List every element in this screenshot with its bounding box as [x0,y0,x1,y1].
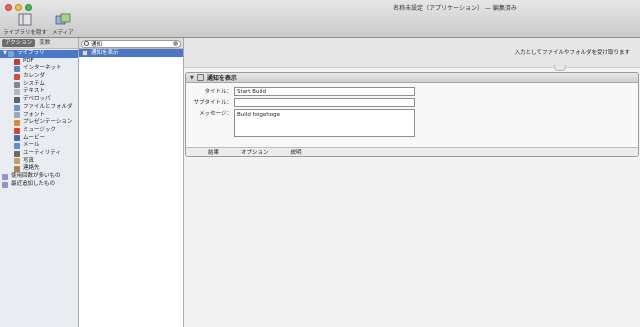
library-toggle-icon [18,13,32,26]
library-item-label: カレンダ [23,73,46,80]
text-icon [14,89,20,96]
action-icon [82,50,88,56]
library-item-label: ミュージック [23,126,56,133]
clear-search-icon[interactable] [173,41,178,46]
library-item-label: プレゼンテーション [23,119,73,126]
library-item-label: 使用回数が多いもの [11,173,61,179]
search-field[interactable]: 通知 [81,39,181,48]
library-item-label: ライブラリ [17,50,45,56]
library-item-label: 最近追加したもの [11,180,56,187]
library-item[interactable]: インターネット [0,65,78,73]
results-tab[interactable]: 結果 [208,148,219,156]
presentation-icon [14,120,20,127]
library-tabs: アクション 変数 [0,38,78,49]
action-card-show-notification[interactable]: ▼ 通知を表示 タイトル： Start Build サブタイトル： メッセージ：… [185,72,639,157]
subtitle-label: サブタイトル： [193,100,232,106]
media-icon [55,13,71,25]
subtitle-field[interactable] [234,98,415,107]
hide-library-label: ライブラリを隠す [3,30,48,36]
library-item-label: ユーティリティ [23,149,61,156]
library-panel: アクション 変数 ▼ ライブラリ PDF インターネット カレンダ システム テキスト デベロッ… [0,38,79,327]
developer-icon [14,96,20,103]
title-field[interactable]: Start Build [234,87,415,96]
library-item[interactable]: ファイルとフォルダ [0,104,78,112]
action-card-footer: 結果 オプション 説明 [186,147,638,156]
actions-panel: 通知 通知を表示 [79,38,184,327]
library-item[interactable]: ▼ ライブラリ [0,50,78,58]
title-bar: 名称未設定（アプリケーション） — 編集済み ライブラリを隠す メディア [0,0,640,38]
workflow-input-area: 入力としてファイルやフォルダを受け取ります [184,38,640,68]
system-icon [14,81,20,88]
most-used-icon [2,173,8,180]
library-item-label: ムービー [23,134,46,141]
action-card-header[interactable]: ▼ 通知を表示 [186,73,638,83]
library-item[interactable]: ユーティリティ [0,150,78,158]
contacts-icon [14,166,20,173]
library-item-label: テキスト [23,88,45,95]
library-tab-1[interactable]: 変数 [36,39,53,47]
library-icon [8,50,14,57]
title-label: タイトル： [204,89,232,95]
connector-notch [554,65,566,71]
description-tab[interactable]: 説明 [291,148,302,156]
title-row: タイトル： Start Build [186,87,415,97]
mail-icon [14,143,20,150]
message-field[interactable]: Build hogehoge [234,109,415,137]
workflow-input-hint: 入力としてファイルやフォルダを受け取ります [514,50,630,56]
globe-icon [14,66,20,73]
library-item[interactable]: 使用回数が多いもの [0,173,78,181]
movie-icon [14,135,20,142]
folder-icon [14,104,20,111]
library-item[interactable]: メール [0,142,78,150]
media-button[interactable]: メディア [52,13,74,36]
message-label: メッセージ： [199,111,232,117]
photo-icon [14,158,20,165]
library-item-label: メール [23,142,40,149]
music-icon [14,127,20,134]
options-tab[interactable]: オプション [241,148,269,156]
recent-icon [2,181,8,188]
action-result-label: 通知を表示 [91,50,119,56]
action-result-item[interactable]: 通知を表示 [79,49,183,57]
subtitle-row: サブタイトル： [186,98,415,108]
library-item[interactable]: 最近追加したもの [0,181,78,189]
search-input[interactable]: 通知 [91,40,173,48]
search-bar: 通知 [79,38,183,49]
action-title: 通知を表示 [206,75,237,82]
library-item[interactable]: テキスト [0,88,78,96]
library-item[interactable]: ミュージック [0,127,78,135]
library-item[interactable]: カレンダ [0,73,78,81]
library-item[interactable]: デベロッパ [0,96,78,104]
workflow-area: 入力としてファイルやフォルダを受け取ります ▼ 通知を表示 タイトル： Star… [184,38,640,327]
library-item[interactable]: プレゼンテーション [0,119,78,127]
library-item[interactable]: ムービー [0,135,78,143]
pdf-icon [14,58,20,65]
media-label: メディア [52,30,74,36]
utility-icon [14,150,20,157]
library-tab-0[interactable]: アクション [2,39,36,47]
library-item-label: 連絡先 [23,165,40,172]
library-item-label: インターネット [23,65,62,72]
library-item[interactable]: 連絡先 [0,165,78,173]
action-results: 通知を表示 [79,49,183,57]
hide-library-button[interactable]: ライブラリを隠す [3,13,47,36]
font-icon [14,112,20,119]
calendar-icon [14,73,20,80]
disclosure-triangle-icon[interactable]: ▼ [190,75,194,81]
window-title: 名称未設定（アプリケーション） — 編集済み [393,5,517,12]
library-item-label: デベロッパ [23,96,51,103]
automator-window: 名称未設定（アプリケーション） — 編集済み ライブラリを隠す メディア アクシ… [0,0,640,327]
message-row: メッセージ： Build hogehoge [186,109,415,137]
library-item-label: ファイルとフォルダ [23,103,73,110]
library-list: ▼ ライブラリ PDF インターネット カレンダ システム テキスト デベロッパ ファイルとフォ… [0,49,78,188]
search-icon [84,41,89,46]
notification-icon [196,74,204,81]
